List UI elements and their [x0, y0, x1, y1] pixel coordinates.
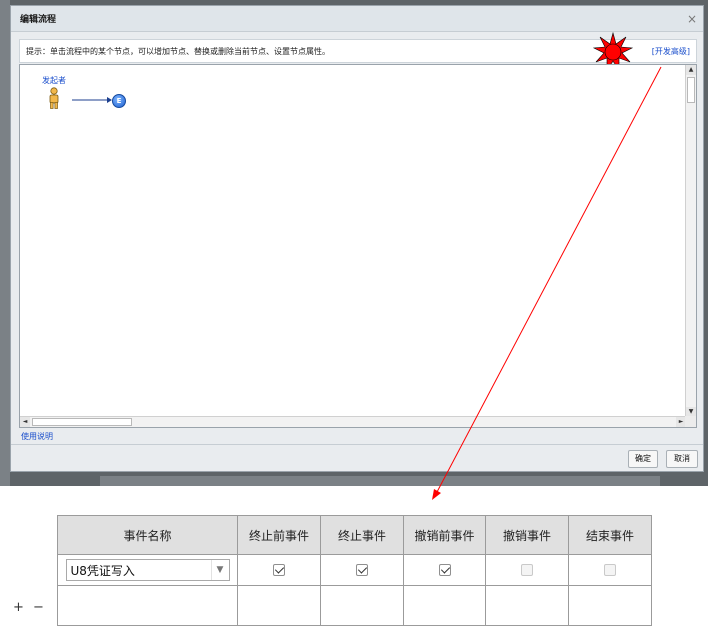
empty-cell[interactable] [57, 585, 238, 626]
empty-cell[interactable] [403, 585, 486, 626]
horizontal-scroll-thumb[interactable] [32, 418, 132, 426]
finish-cell [568, 554, 652, 586]
scroll-up-icon[interactable]: ▲ [686, 65, 696, 75]
header-finish: 结束事件 [568, 515, 652, 555]
revoke-checkbox [521, 564, 533, 576]
event-name-cell: U8凭证写入 ▼ [57, 554, 238, 586]
pre-terminate-cell [237, 554, 321, 586]
table-row: U8凭证写入 ▼ [57, 554, 652, 586]
pre-terminate-checkbox[interactable] [273, 564, 285, 576]
empty-cell[interactable] [485, 585, 569, 626]
advanced-link[interactable]: [开发高级] [652, 46, 690, 57]
remove-row-button[interactable]: − [33, 600, 44, 615]
empty-cell[interactable] [320, 585, 404, 626]
vertical-scroll-thumb[interactable] [687, 77, 695, 103]
start-node-label[interactable]: 发起者 [42, 75, 66, 86]
chevron-down-icon[interactable]: ▼ [210, 560, 229, 580]
backdrop-bottom-strip [100, 476, 660, 486]
terminate-checkbox[interactable] [356, 564, 368, 576]
scroll-corner [685, 416, 696, 427]
dialog-title: 编辑流程 [20, 15, 57, 25]
revoke-cell [485, 554, 569, 586]
vertical-scrollbar[interactable]: ▲ ▼ [685, 65, 696, 417]
scroll-left-icon[interactable]: ◄ [20, 417, 30, 427]
header-pre-revoke: 撤销前事件 [403, 515, 486, 555]
backdrop-left-strip [0, 0, 10, 486]
header-terminate: 终止事件 [320, 515, 404, 555]
empty-cell[interactable] [568, 585, 652, 626]
flow-canvas[interactable]: 发起者 E ▲ ▼ ◄ ► [19, 64, 697, 428]
event-table: 事件名称 终止前事件 终止事件 撤销前事件 撤销事件 结束事件 U8凭证写入 ▼ [57, 515, 652, 626]
event-table-header: 事件名称 终止前事件 终止事件 撤销前事件 撤销事件 结束事件 [57, 515, 652, 555]
usage-link[interactable]: 使用说明 [21, 431, 53, 442]
pre-revoke-cell [403, 554, 486, 586]
add-row-button[interactable]: + [13, 600, 24, 615]
finish-checkbox [604, 564, 616, 576]
cancel-button[interactable]: 取消 [666, 450, 698, 468]
empty-cell[interactable] [237, 585, 321, 626]
end-node[interactable]: E [112, 94, 126, 108]
terminate-cell [320, 554, 404, 586]
ok-button[interactable]: 确定 [628, 450, 658, 468]
horizontal-scrollbar[interactable]: ◄ ► [20, 416, 686, 427]
pre-revoke-checkbox[interactable] [438, 564, 451, 576]
event-name-value: U8凭证写入 [70, 563, 135, 578]
hint-text: 提示：单击流程中的某个节点，可以增加节点、替换或删除当前节点、设置节点属性。 [26, 46, 330, 56]
dialog-titlebar: 编辑流程 × [11, 6, 703, 32]
close-icon[interactable]: × [687, 12, 697, 26]
event-name-select[interactable]: U8凭证写入 ▼ [65, 559, 230, 581]
header-event-name: 事件名称 [57, 515, 238, 555]
header-revoke: 撤销事件 [485, 515, 569, 555]
header-pre-terminate: 终止前事件 [237, 515, 321, 555]
flow-arrow-icon [72, 97, 112, 103]
person-icon[interactable] [47, 87, 61, 109]
table-row-empty [57, 585, 652, 626]
footer-divider [11, 444, 703, 445]
edit-flow-dialog: 编辑流程 × 提示：单击流程中的某个节点，可以增加节点、替换或删除当前节点、设置… [10, 5, 704, 472]
